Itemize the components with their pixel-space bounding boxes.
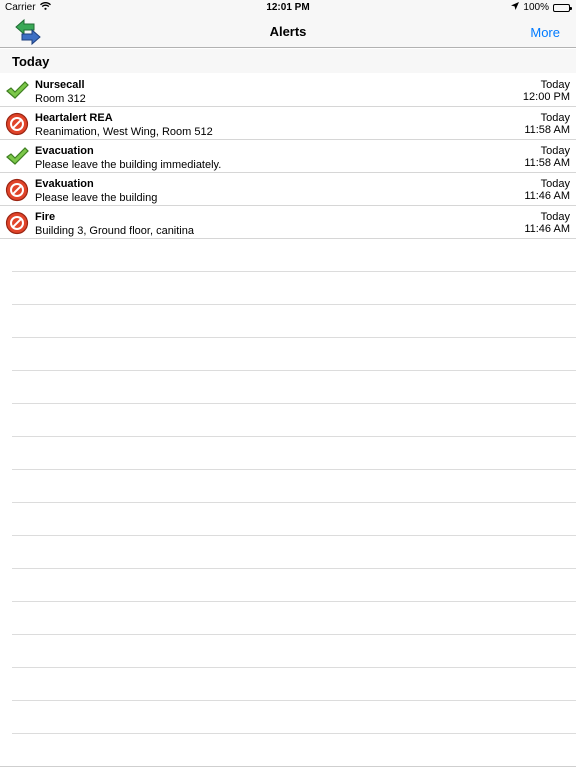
empty-row: [12, 272, 576, 305]
empty-row: [12, 701, 576, 734]
empty-table-area: [12, 239, 576, 734]
alert-subtitle: Building 3, Ground floor, canitina: [35, 225, 194, 237]
empty-row: [12, 602, 576, 635]
check-icon: [6, 81, 29, 99]
empty-row: [12, 470, 576, 503]
alert-time: 11:46 AM: [524, 223, 570, 235]
stop-icon: [5, 112, 29, 136]
location-arrow-icon: [511, 2, 520, 13]
alert-time: 11:46 AM: [524, 190, 570, 202]
empty-row: [12, 569, 576, 602]
battery-percentage: 100%: [523, 2, 549, 13]
alert-day: Today: [540, 145, 570, 157]
alert-day: Today: [540, 178, 570, 190]
alert-time: 11:58 AM: [524, 124, 570, 136]
status-bar: Carrier 12:01 PM 100%: [0, 0, 576, 16]
empty-row: [12, 404, 576, 437]
bottom-divider: [0, 766, 576, 767]
stop-icon: [5, 211, 29, 235]
alert-subtitle: Reanimation, West Wing, Room 512: [35, 126, 213, 138]
battery-icon: [553, 3, 572, 12]
status-right: 100%: [511, 2, 572, 13]
empty-row: [12, 668, 576, 701]
section-header: Today: [0, 49, 576, 73]
empty-row: [12, 635, 576, 668]
alert-row[interactable]: Nursecall Room 312 Today 12:00 PM: [0, 74, 576, 107]
empty-row: [12, 338, 576, 371]
alert-title: Nursecall: [35, 79, 85, 91]
alert-day: Today: [540, 211, 570, 223]
status-time: 12:01 PM: [266, 2, 310, 13]
alert-subtitle: Please leave the building: [35, 192, 158, 204]
empty-row: [12, 305, 576, 338]
alert-row[interactable]: Evacuation Please leave the building imm…: [0, 140, 576, 173]
alert-row[interactable]: Fire Building 3, Ground floor, canitina …: [0, 206, 576, 239]
alert-row[interactable]: Heartalert REA Reanimation, West Wing, R…: [0, 107, 576, 140]
alert-day: Today: [540, 79, 570, 91]
stop-icon: [5, 178, 29, 202]
navigation-bar: Alerts More: [0, 16, 576, 48]
empty-row: [12, 239, 576, 272]
alert-title: Fire: [35, 211, 56, 223]
alert-subtitle: Please leave the building immediately.: [35, 159, 222, 171]
section-title: Today: [12, 54, 50, 69]
more-button[interactable]: More: [530, 25, 560, 40]
alert-title: Heartalert REA: [35, 112, 113, 124]
alert-list: Nursecall Room 312 Today 12:00 PM Hearta…: [0, 74, 576, 239]
alert-title: Evacuation: [35, 145, 94, 157]
alert-time: 11:58 AM: [524, 157, 570, 169]
alert-title: Evakuation: [35, 178, 94, 190]
check-icon: [6, 147, 29, 165]
empty-row: [12, 503, 576, 536]
page-title: Alerts: [269, 24, 307, 39]
alert-subtitle: Room 312: [35, 93, 86, 105]
empty-row: [12, 437, 576, 470]
empty-row: [12, 536, 576, 569]
alert-day: Today: [540, 112, 570, 124]
alert-time: 12:00 PM: [522, 91, 570, 103]
empty-row: [12, 371, 576, 404]
alert-row[interactable]: Evakuation Please leave the building Tod…: [0, 173, 576, 206]
